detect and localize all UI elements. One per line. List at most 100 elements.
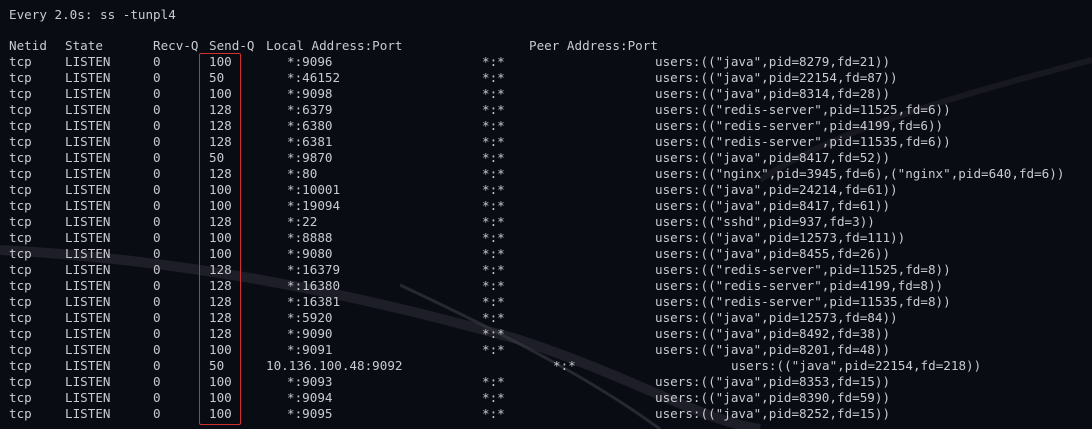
- cell-process: users:(("java",pid=8252,fd=15)): [655, 406, 891, 421]
- cell-peer: *:*: [482, 214, 505, 229]
- cell-process: users:(("java",pid=12573,fd=84)): [655, 310, 898, 325]
- cell-process: users:(("java",pid=8492,fd=38)): [655, 326, 891, 341]
- cell-peer: *:*: [482, 262, 505, 277]
- header-local-address: Local Address:Port: [266, 38, 403, 53]
- cell-recv-q: 0: [153, 182, 161, 197]
- cell-process: users:(("redis-server",pid=11535,fd=6)): [655, 134, 951, 149]
- cell-recv-q: 0: [153, 102, 161, 117]
- cell-process: users:(("redis-server",pid=4199,fd=8)): [655, 278, 944, 293]
- cell-state: LISTEN: [65, 246, 111, 261]
- cell-local: *:9094: [287, 390, 333, 405]
- cell-peer: *:*: [482, 390, 505, 405]
- header-send-q: Send-Q: [209, 38, 255, 53]
- cell-local: *:9095: [287, 406, 333, 421]
- cell-peer: *:*: [482, 278, 505, 293]
- cell-local: *:8888: [287, 230, 333, 245]
- cell-process: users:(("java",pid=8314,fd=28)): [655, 86, 891, 101]
- cell-peer: *:*: [482, 70, 505, 85]
- cell-state: LISTEN: [65, 214, 111, 229]
- cell-peer: *:*: [482, 118, 505, 133]
- cell-process: users:(("java",pid=8353,fd=15)): [655, 374, 891, 389]
- cell-peer: *:*: [482, 54, 505, 69]
- cell-state: LISTEN: [65, 374, 111, 389]
- cell-netid: tcp: [9, 86, 32, 101]
- cell-process: users:(("java",pid=8417,fd=61)): [655, 198, 891, 213]
- cell-recv-q: 0: [153, 342, 161, 357]
- table-row: tcp LISTEN 0 50 *:46152 *:* users:(("java",pid…: [0, 70, 1092, 86]
- cell-recv-q: 0: [153, 374, 161, 389]
- cell-state: LISTEN: [65, 294, 111, 309]
- cell-peer: *:*: [482, 406, 505, 421]
- table-row: tcp LISTEN 0 100 *:9094 *:* users:(("java",pid…: [0, 390, 1092, 406]
- cell-netid: tcp: [9, 214, 32, 229]
- cell-local: *:80: [287, 166, 318, 181]
- cell-state: LISTEN: [65, 150, 111, 165]
- cell-process: users:(("redis-server",pid=11535,fd=8)): [655, 294, 951, 309]
- header-peer-address: Peer Address:Port: [529, 38, 658, 53]
- cell-netid: tcp: [9, 390, 32, 405]
- cell-state: LISTEN: [65, 166, 111, 181]
- cell-process: users:(("nginx",pid=3945,fd=6),("nginx",…: [655, 166, 1065, 181]
- table-row: tcp LISTEN 0 128 *:6381 *:* users:(("redis-ser…: [0, 134, 1092, 150]
- cell-netid: tcp: [9, 262, 32, 277]
- cell-recv-q: 0: [153, 150, 161, 165]
- table-row: tcp LISTEN 0 128 *:80 *:* users:(("nginx",pid=…: [0, 166, 1092, 182]
- cell-netid: tcp: [9, 230, 32, 245]
- header-state: State: [65, 38, 103, 53]
- cell-local: *:16380: [287, 278, 341, 293]
- cell-netid: tcp: [9, 342, 32, 357]
- cell-peer: *:*: [482, 310, 505, 325]
- cell-peer: *:*: [482, 102, 505, 117]
- cell-peer: *:*: [482, 182, 505, 197]
- table-row: tcp LISTEN 0 100 *:9095 *:* users:(("java",pid…: [0, 406, 1092, 422]
- cell-state: LISTEN: [65, 118, 111, 133]
- cell-process: users:(("sshd",pid=937,fd=3)): [655, 214, 875, 229]
- cell-local: 10.136.100.48:9092: [266, 358, 403, 373]
- column-header-row: Netid State Recv-Q Send-Q Local Address:…: [0, 38, 1092, 54]
- cell-netid: tcp: [9, 54, 32, 69]
- cell-local: *:5920: [287, 310, 333, 325]
- cell-netid: tcp: [9, 310, 32, 325]
- cell-recv-q: 0: [153, 358, 161, 373]
- cell-peer: *:*: [482, 326, 505, 341]
- cell-local: *:10001: [287, 182, 341, 197]
- cell-process: users:(("redis-server",pid=11525,fd=6)): [655, 102, 951, 117]
- cell-process: users:(("java",pid=8455,fd=26)): [655, 246, 891, 261]
- cell-state: LISTEN: [65, 358, 111, 373]
- cell-process: users:(("java",pid=22154,fd=218)): [731, 358, 982, 373]
- watch-command: Every 2.0s: ss -tunpl4: [9, 7, 176, 22]
- cell-recv-q: 0: [153, 198, 161, 213]
- table-row: tcp LISTEN 0 128 *:6380 *:* users:(("redis-ser…: [0, 118, 1092, 134]
- cell-recv-q: 0: [153, 326, 161, 341]
- cell-local: *:9080: [287, 246, 333, 261]
- table-row: tcp LISTEN 0 128 *:16380 *:* users:(("redis-se…: [0, 278, 1092, 294]
- table-row: tcp LISTEN 0 50 10.136.100.48:9092 *:* users:(…: [0, 358, 1092, 374]
- cell-netid: tcp: [9, 70, 32, 85]
- cell-peer: *:*: [553, 358, 576, 373]
- cell-state: LISTEN: [65, 390, 111, 405]
- cell-state: LISTEN: [65, 262, 111, 277]
- cell-peer: *:*: [482, 150, 505, 165]
- cell-peer: *:*: [482, 342, 505, 357]
- cell-recv-q: 0: [153, 262, 161, 277]
- table-row: tcp LISTEN 0 128 *:22 *:* users:(("sshd",pid=9…: [0, 214, 1092, 230]
- cell-process: users:(("java",pid=8417,fd=52)): [655, 150, 891, 165]
- watch-header: Every 2.0s: ss -tunpl4: [0, 7, 1092, 23]
- cell-peer: *:*: [482, 134, 505, 149]
- cell-state: LISTEN: [65, 326, 111, 341]
- cell-process: users:(("redis-server",pid=4199,fd=6)): [655, 118, 944, 133]
- cell-peer: *:*: [482, 246, 505, 261]
- table-row: tcp LISTEN 0 100 *:9096 *:* users:(("java",pid…: [0, 54, 1092, 70]
- cell-state: LISTEN: [65, 86, 111, 101]
- cell-peer: *:*: [482, 374, 505, 389]
- cell-state: LISTEN: [65, 230, 111, 245]
- cell-local: *:9093: [287, 374, 333, 389]
- table-row: tcp LISTEN 0 50 *:9870 *:* users:(("java",pid=…: [0, 150, 1092, 166]
- cell-local: *:9091: [287, 342, 333, 357]
- table-row: tcp LISTEN 0 100 *:8888 *:* users:(("java",pid…: [0, 230, 1092, 246]
- cell-local: *:9098: [287, 86, 333, 101]
- cell-recv-q: 0: [153, 214, 161, 229]
- cell-process: users:(("java",pid=12573,fd=111)): [655, 230, 906, 245]
- cell-state: LISTEN: [65, 182, 111, 197]
- cell-peer: *:*: [482, 230, 505, 245]
